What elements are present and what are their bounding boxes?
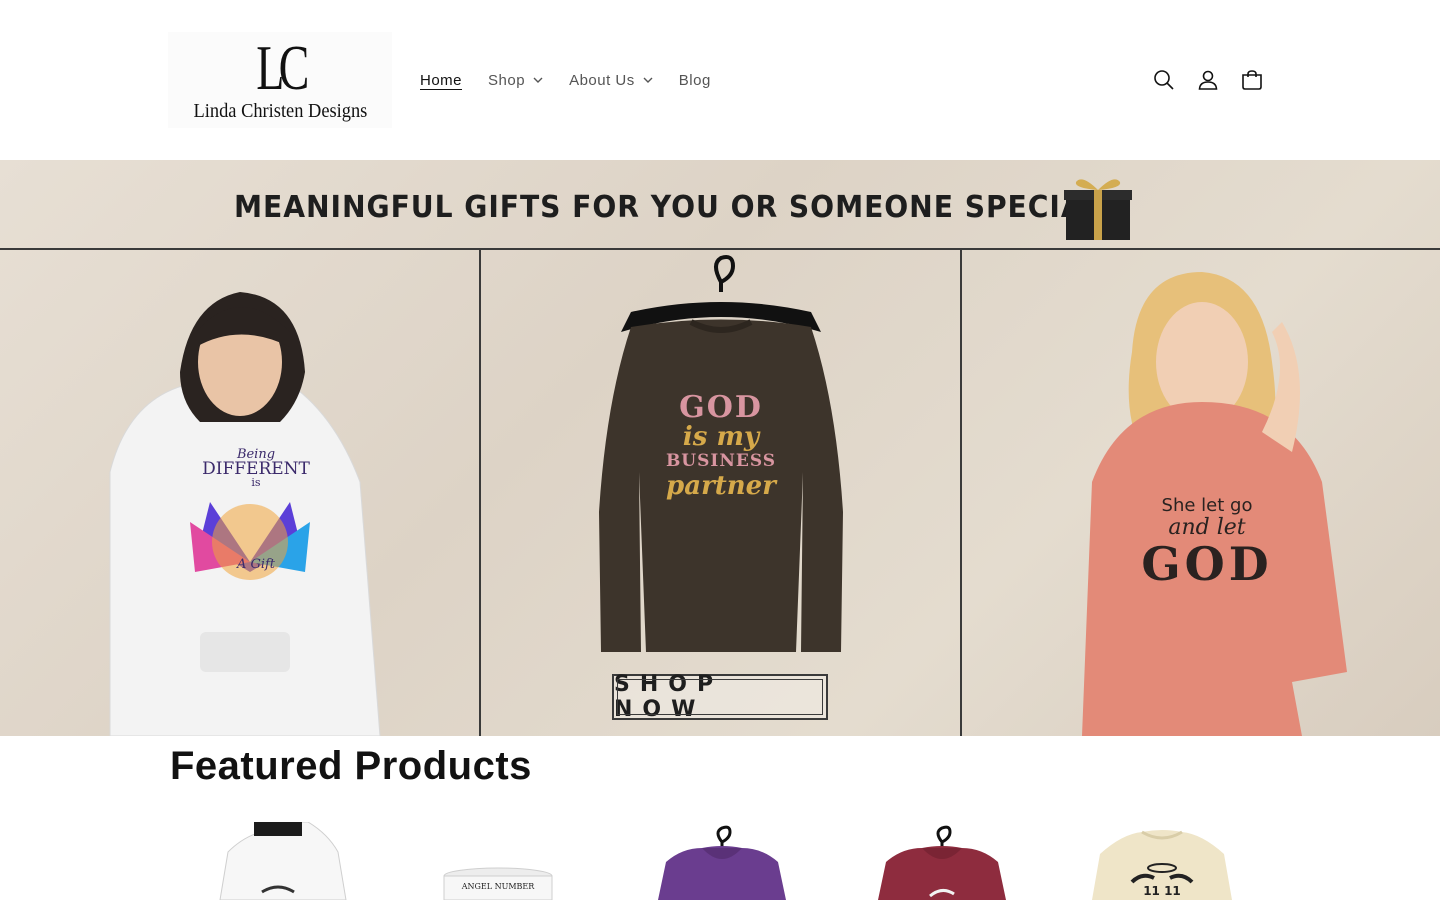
logo-name: Linda Christen Designs <box>193 100 367 122</box>
hero-banner[interactable]: MEANINGFUL GIFTS FOR YOU OR SOMEONE SPEC… <box>0 160 1440 736</box>
product-card-purple-hoodie[interactable] <box>622 822 822 900</box>
search-button[interactable] <box>1142 58 1186 102</box>
nav-home-label: Home <box>420 71 463 89</box>
center-shirt-line4: partner <box>666 471 776 501</box>
product-card-cream-sweatshirt[interactable]: 11 11 <box>1062 822 1262 900</box>
account-button[interactable] <box>1186 58 1230 102</box>
purple-hoodie-thumbnail <box>658 825 786 900</box>
left-shirt-line4: A Gift <box>236 557 276 572</box>
featured-products-title: Featured Products <box>170 744 532 788</box>
nav-home[interactable]: Home <box>420 72 462 89</box>
right-shirt-line3: GOD <box>1141 537 1273 591</box>
cart-button[interactable] <box>1230 58 1274 102</box>
chevron-down-icon <box>533 77 543 83</box>
sweatshirt-print-text: 11 11 <box>1143 884 1181 898</box>
account-icon <box>1198 70 1218 90</box>
mug-label: ANGEL NUMBER <box>461 882 535 891</box>
center-shirt-line1: GOD <box>679 390 763 425</box>
nav-blog[interactable]: Blog <box>679 72 711 89</box>
chevron-down-icon <box>643 77 653 83</box>
nav-blog-label: Blog <box>678 71 711 89</box>
center-shirt-line2: is my <box>682 422 760 452</box>
maroon-hoodie-thumbnail <box>878 825 1006 900</box>
banner-panel-right: She let go and let GOD <box>962 252 1440 736</box>
product-card-maroon-hoodie[interactable] <box>842 822 1042 900</box>
nav-shop-label: Shop <box>488 71 526 89</box>
white-hoodie-thumbnail <box>219 822 347 900</box>
center-shirt-text: GOD is my BUSINESS partner <box>651 390 791 501</box>
gift-box-icon <box>1064 179 1132 240</box>
nav-about-label: About Us <box>569 71 635 89</box>
product-card-angel-number-mug[interactable]: ANGEL NUMBER <box>398 822 598 900</box>
header-actions <box>1142 58 1274 102</box>
site-header: LC Linda Christen Designs Home Shop Abou… <box>0 0 1440 160</box>
cart-icon <box>1242 70 1262 90</box>
brand-logo[interactable]: LC Linda Christen Designs <box>168 32 392 128</box>
search-icon <box>1154 70 1174 90</box>
main-nav: Home Shop About Us Blog <box>420 60 737 100</box>
nav-about-us[interactable]: About Us <box>569 72 653 89</box>
banner-panel-left: Being DIFFERENT is A Gift <box>0 252 479 736</box>
shop-now-button[interactable]: SHOP NOW <box>612 672 828 722</box>
right-shirt-line1: She let go <box>1161 495 1253 516</box>
model-pink-sweater-image <box>1082 272 1347 736</box>
left-shirt-line2: DIFFERENT <box>202 459 310 479</box>
nav-shop[interactable]: Shop <box>488 72 543 89</box>
right-shirt-text: She let go and let GOD <box>1122 495 1292 591</box>
product-card-white-hoodie[interactable] <box>178 822 378 900</box>
logo-mark: LC <box>256 32 309 103</box>
center-shirt-line3: BUSINESS <box>665 451 777 471</box>
banner-headline-strip: MEANINGFUL GIFTS FOR YOU OR SOMEONE SPEC… <box>0 160 1440 250</box>
banner-headline: MEANINGFUL GIFTS FOR YOU OR SOMEONE SPEC… <box>234 190 1103 225</box>
left-shirt-text: Being DIFFERENT is A Gift <box>196 448 316 572</box>
banner-panel-center: GOD is my BUSINESS partner <box>481 252 960 736</box>
